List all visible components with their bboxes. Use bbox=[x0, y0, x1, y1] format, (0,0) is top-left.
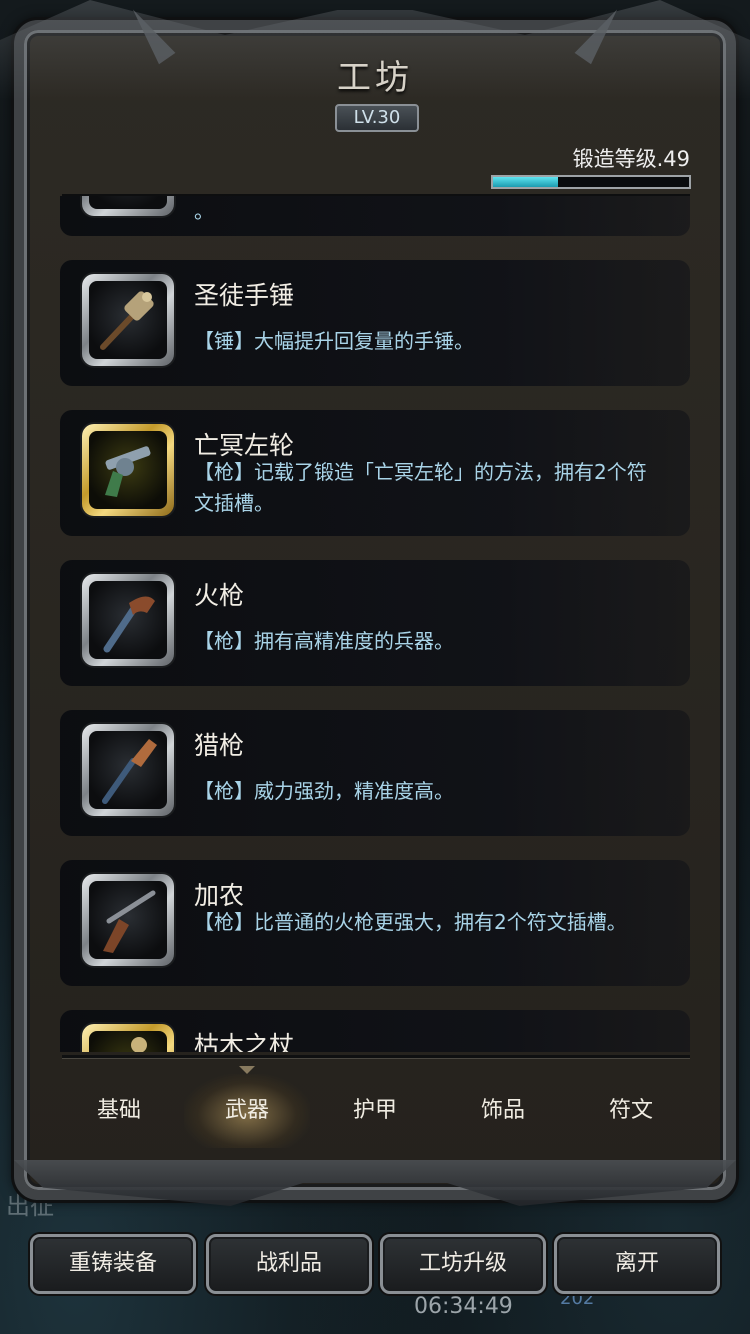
item-name: 枯木之杖 bbox=[194, 1031, 295, 1052]
tabs-divider bbox=[62, 1055, 690, 1058]
list-item[interactable]: 猎枪 【枪】威力强劲，精准度高。 bbox=[60, 710, 690, 836]
item-icon-frame bbox=[82, 724, 174, 816]
recipe-list[interactable]: 。 圣徒手锤 【锤】大幅提升回复量的手锤。 亡冥左轮 【枪】记载了锻造「亡冥左轮… bbox=[60, 196, 692, 1052]
item-icon-frame bbox=[82, 274, 174, 366]
hunting-gun-icon bbox=[89, 731, 167, 809]
item-icon-frame bbox=[82, 196, 174, 216]
list-item[interactable]: 加农 【枪】比普通的火枪更强大，拥有2个符文插槽。 bbox=[60, 860, 690, 986]
loot-button[interactable]: 战利品 bbox=[206, 1234, 372, 1294]
item-name: 圣徒手锤 bbox=[194, 281, 295, 310]
list-item[interactable]: 。 bbox=[60, 196, 690, 236]
leave-button[interactable]: 离开 bbox=[554, 1234, 720, 1294]
item-icon-frame bbox=[82, 874, 174, 966]
item-description: 【枪】记载了锻造「亡冥左轮」的方法，拥有2个符文插槽。 bbox=[194, 460, 647, 515]
item-description: 【枪】比普通的火枪更强大，拥有2个符文插槽。 bbox=[194, 910, 627, 934]
item-name: 火枪 bbox=[194, 581, 245, 610]
list-item[interactable]: 亡冥左轮 【枪】记载了锻造「亡冥左轮」的方法，拥有2个符文插槽。 bbox=[60, 410, 690, 536]
list-item[interactable]: 火枪 【枪】拥有高精准度的兵器。 bbox=[60, 560, 690, 686]
item-description: 【枪】拥有高精准度的兵器。 bbox=[194, 629, 454, 653]
reforge-button[interactable]: 重铸装备 bbox=[30, 1234, 196, 1294]
list-item[interactable]: 圣徒手锤 【锤】大幅提升回复量的手锤。 bbox=[60, 260, 690, 386]
tab-runes[interactable]: 符文 bbox=[568, 1074, 694, 1148]
flintlock-pistol-icon bbox=[89, 581, 167, 659]
category-tabs: 基础 武器 护甲 饰品 符文 bbox=[56, 1066, 696, 1148]
workshop-upgrade-button[interactable]: 工坊升级 bbox=[380, 1234, 546, 1294]
tab-weapons[interactable]: 武器 bbox=[184, 1066, 310, 1148]
forge-progress-bar bbox=[491, 175, 691, 189]
revolver-icon bbox=[89, 431, 167, 509]
page-title: 工坊 bbox=[337, 58, 413, 98]
item-name: 猎枪 bbox=[194, 731, 245, 760]
cannon-gun-icon bbox=[89, 881, 167, 959]
workshop-level-badge: LV.30 bbox=[335, 104, 419, 132]
tab-weapons-label: 武器 bbox=[224, 1098, 269, 1123]
active-tab-marker bbox=[239, 1066, 255, 1074]
item-description: 【锤】大幅提升回复量的手锤。 bbox=[194, 329, 474, 353]
partial-item-icon bbox=[89, 196, 167, 209]
background-clock: 06:34:49 bbox=[414, 1294, 513, 1319]
forge-level-label: 锻造等级.49 bbox=[572, 147, 690, 171]
item-description: 。 bbox=[194, 199, 214, 223]
item-icon-frame bbox=[82, 1024, 174, 1052]
holy-hammer-icon bbox=[89, 281, 167, 359]
tab-basic[interactable]: 基础 bbox=[56, 1074, 182, 1148]
item-icon-frame bbox=[82, 424, 174, 516]
list-item[interactable]: 枯木之杖 bbox=[60, 1010, 690, 1052]
withered-staff-icon bbox=[89, 1031, 167, 1052]
tab-accessories[interactable]: 饰品 bbox=[440, 1074, 566, 1148]
tab-armor[interactable]: 护甲 bbox=[312, 1074, 438, 1148]
item-description: 【枪】威力强劲，精准度高。 bbox=[194, 779, 454, 803]
forge-progress-fill bbox=[493, 177, 558, 187]
item-icon-frame bbox=[82, 574, 174, 666]
